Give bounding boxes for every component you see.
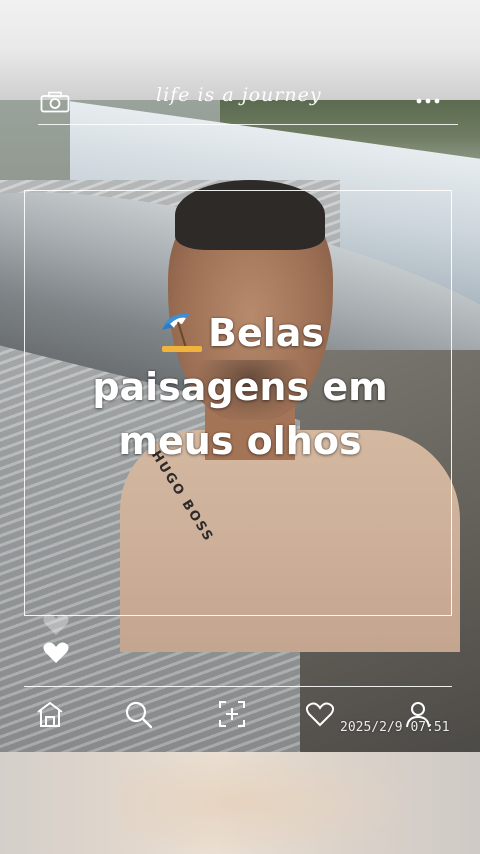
header-title: life is a journey bbox=[156, 84, 322, 106]
heart-icon[interactable] bbox=[42, 640, 70, 666]
like-icon[interactable] bbox=[304, 698, 336, 730]
more-dots-icon[interactable] bbox=[414, 92, 442, 110]
bottom-divider bbox=[24, 686, 452, 687]
heart-outline-icon bbox=[42, 612, 70, 638]
header-divider bbox=[38, 124, 458, 125]
caption: Belas paisagens em meus olhos bbox=[50, 306, 430, 468]
blurred-bottom-band bbox=[0, 752, 480, 854]
timestamp: 2025/2/9 07:51 bbox=[340, 720, 450, 735]
caption-line-2: paisagens em bbox=[92, 365, 388, 409]
search-icon[interactable] bbox=[122, 698, 154, 730]
screen: HUGO BOSS life is a journey Belas paisag… bbox=[0, 0, 480, 854]
camera-icon[interactable] bbox=[40, 91, 70, 113]
home-icon[interactable] bbox=[34, 698, 66, 730]
beach-umbrella-icon bbox=[156, 308, 204, 354]
caption-line-3: meus olhos bbox=[118, 419, 362, 463]
add-icon[interactable] bbox=[216, 698, 248, 730]
caption-line-1: Belas bbox=[207, 311, 325, 355]
